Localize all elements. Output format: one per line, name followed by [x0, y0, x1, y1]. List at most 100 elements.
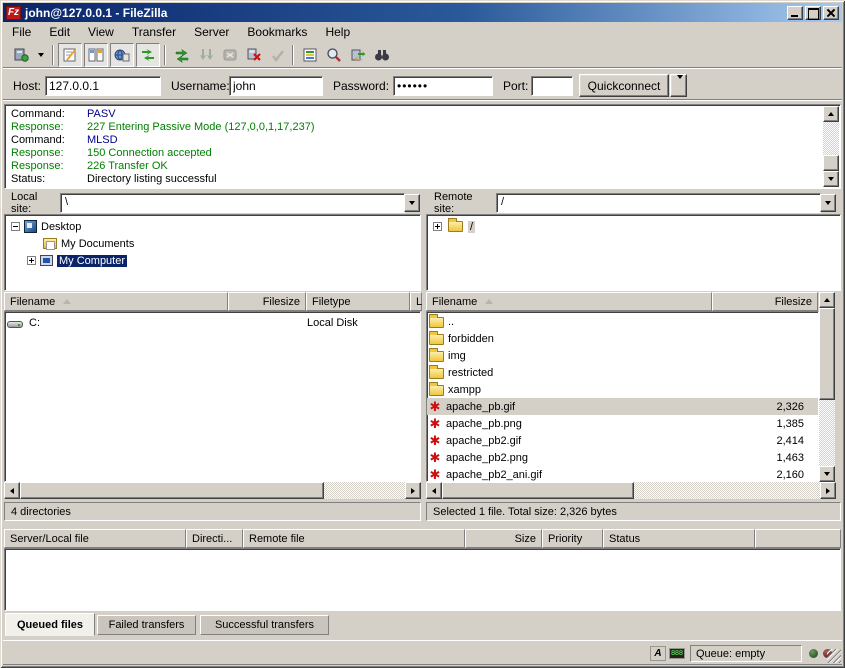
tab-failed-transfers[interactable]: Failed transfers [97, 615, 196, 635]
scroll-up-button[interactable] [819, 292, 835, 308]
remote-site-label: Remote site: [427, 192, 495, 213]
remote-list-scrollbar[interactable] [819, 292, 835, 482]
password-input[interactable] [393, 76, 493, 96]
sort-ascending-icon [485, 299, 493, 304]
scroll-thumb[interactable] [20, 482, 324, 499]
queue-col-remote-file[interactable]: Remote file [243, 529, 465, 548]
maximize-button[interactable] [805, 6, 821, 20]
file-row-selected[interactable]: ✱apache_pb.gif2,326 [427, 398, 818, 415]
close-button[interactable] [823, 6, 839, 20]
menu-bookmarks[interactable]: Bookmarks [238, 23, 316, 41]
transfer-queue-list[interactable] [4, 548, 841, 611]
remote-col-filename[interactable]: Filename [426, 292, 712, 311]
scroll-down-button[interactable] [823, 171, 839, 187]
cancel-operation-button[interactable] [218, 43, 242, 67]
toggle-queue-button[interactable] [136, 43, 160, 67]
scroll-thumb[interactable] [442, 482, 634, 499]
log-line: Command:PASV [11, 108, 116, 121]
file-row[interactable]: ✱apache_pb2.gif2,414 [427, 432, 818, 449]
file-row[interactable]: ✱apache_pb2_ani.gif2,160 [427, 466, 818, 482]
refresh-button[interactable] [170, 43, 194, 67]
title-bar[interactable]: Fz john@127.0.0.1 - FileZilla [3, 3, 842, 22]
file-row[interactable]: img [427, 347, 818, 364]
file-row[interactable]: .. [427, 313, 818, 330]
local-site-combo[interactable]: \ [60, 193, 405, 213]
site-manager-dropdown[interactable] [34, 46, 47, 64]
scroll-right-button[interactable] [405, 482, 421, 499]
remote-site-combo-dropdown[interactable] [820, 194, 836, 212]
scroll-thumb[interactable] [819, 308, 835, 400]
app-icon: Fz [6, 6, 21, 20]
quickconnect-button[interactable]: Quickconnect [579, 74, 669, 97]
synchronized-browsing-button[interactable] [346, 43, 370, 67]
scroll-down-button[interactable] [819, 466, 835, 482]
find-button[interactable] [322, 43, 346, 67]
menu-transfer[interactable]: Transfer [123, 23, 185, 41]
scroll-thumb[interactable] [823, 155, 839, 171]
minimize-button[interactable] [787, 6, 803, 20]
remote-site-combo[interactable]: / [496, 193, 821, 213]
toggle-log-button[interactable] [58, 43, 82, 67]
local-col-filetype[interactable]: Filetype [306, 292, 410, 311]
log-scrollbar[interactable] [823, 106, 839, 187]
filezilla-window: Fz john@127.0.0.1 - FileZilla File Edit … [0, 0, 845, 668]
resize-grip[interactable] [827, 649, 841, 663]
toolbar-separator [164, 45, 166, 65]
file-row[interactable]: restricted [427, 364, 818, 381]
directory-comparison-button[interactable] [370, 43, 394, 67]
file-row[interactable]: ✱apache_pb2.png1,463 [427, 449, 818, 466]
tree-item-desktop[interactable]: Desktop [11, 218, 81, 235]
tree-item-my-documents[interactable]: My Documents [43, 235, 134, 252]
menu-edit[interactable]: Edit [40, 23, 79, 41]
tree-item-my-computer[interactable]: My Computer [27, 252, 127, 269]
queue-col-priority[interactable]: Priority [542, 529, 603, 548]
arrow-down-icon [828, 177, 834, 181]
local-col-last-modified[interactable]: L [410, 292, 422, 311]
tab-queued-files[interactable]: Queued files [5, 613, 95, 636]
file-row[interactable]: forbidden [427, 330, 818, 347]
tree-item-root[interactable]: / [433, 218, 475, 235]
remote-col-filesize[interactable]: Filesize [712, 292, 818, 311]
message-log[interactable]: Command:PASV Response:227 Entering Passi… [4, 104, 841, 189]
scroll-left-button[interactable] [426, 482, 442, 499]
local-site-combo-dropdown[interactable] [404, 194, 420, 212]
queue-col-server-local-file[interactable]: Server/Local file [4, 529, 186, 548]
queue-col-direction[interactable]: Directi... [186, 529, 243, 548]
port-input[interactable] [531, 76, 573, 96]
speed-limits-icon[interactable]: 888 [669, 648, 685, 659]
expand-icon[interactable] [27, 256, 36, 265]
queue-col-status[interactable]: Status [603, 529, 755, 548]
username-input[interactable] [229, 76, 323, 96]
scroll-left-button[interactable] [4, 482, 20, 499]
queue-col-size[interactable]: Size [465, 529, 542, 548]
scroll-up-button[interactable] [823, 106, 839, 122]
collapse-icon[interactable] [11, 222, 20, 231]
transfer-type-indicator-icon[interactable]: A [650, 646, 666, 661]
toggle-remote-tree-button[interactable] [110, 43, 134, 67]
file-row[interactable]: xampp [427, 381, 818, 398]
site-manager-button[interactable] [9, 43, 33, 67]
local-list-hscrollbar[interactable] [4, 482, 421, 499]
reconnect-button[interactable] [266, 43, 290, 67]
scroll-right-button[interactable] [820, 482, 836, 499]
menu-view[interactable]: View [79, 23, 123, 41]
process-queue-button[interactable] [194, 43, 218, 67]
local-col-filename[interactable]: Filename [4, 292, 228, 311]
host-input[interactable] [45, 76, 161, 96]
expand-icon[interactable] [433, 222, 442, 231]
file-row-local-c-drive[interactable]: C: Local Disk [5, 314, 420, 331]
filter-button[interactable] [298, 43, 322, 67]
menu-file[interactable]: File [3, 23, 40, 41]
menu-server[interactable]: Server [185, 23, 238, 41]
queue-col-blank [755, 529, 841, 548]
remote-list-hscrollbar[interactable] [426, 482, 836, 499]
disconnect-button[interactable] [242, 43, 266, 67]
folder-icon [429, 351, 444, 362]
file-row[interactable]: ✱apache_pb.png1,385 [427, 415, 818, 432]
tab-successful-transfers[interactable]: Successful transfers [200, 615, 329, 635]
menu-help[interactable]: Help [316, 23, 359, 41]
quickconnect-dropdown[interactable] [670, 74, 687, 97]
toggle-local-tree-button[interactable] [84, 43, 108, 67]
local-col-filesize[interactable]: Filesize [228, 292, 306, 311]
arrow-left-icon [10, 488, 14, 494]
